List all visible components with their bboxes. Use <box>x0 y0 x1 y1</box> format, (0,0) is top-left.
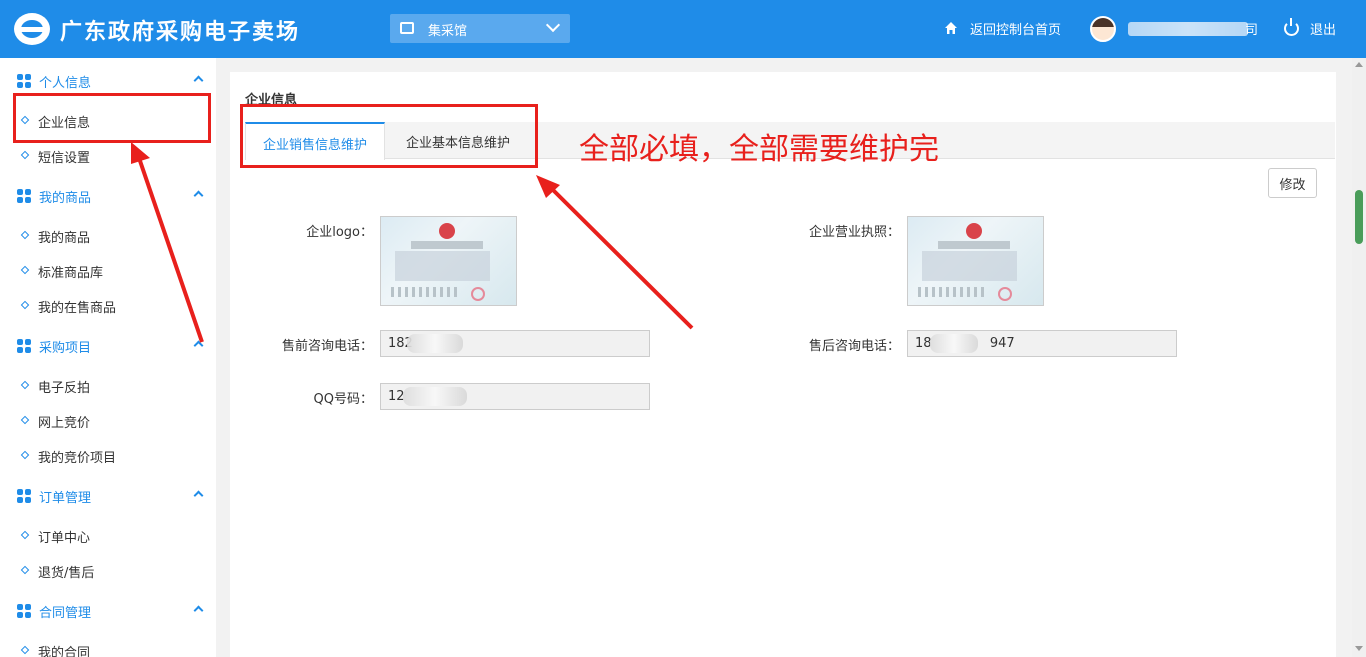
business-license-image[interactable] <box>907 216 1044 306</box>
chevron-up-icon <box>193 490 204 501</box>
sidebar-section-label: 个人信息 <box>39 76 92 91</box>
diamond-icon <box>20 645 30 655</box>
diamond-icon <box>20 565 30 575</box>
presale-phone-field[interactable]: 182 <box>380 330 650 357</box>
top-header: 广东政府采购电子卖场 集采馆 返回控制台首页 司 退出 <box>0 0 1366 58</box>
redaction-mask <box>403 387 467 406</box>
sidebar-item-reverse-auction[interactable]: 电子反拍 <box>0 370 216 400</box>
app-title: 广东政府采购电子卖场 <box>60 19 301 45</box>
sidebar-item-my-products[interactable]: 我的商品 <box>0 220 216 250</box>
grid-icon <box>17 339 31 353</box>
sidebar-section-personal-info[interactable]: 个人信息 <box>0 65 216 95</box>
redaction-mask <box>407 334 463 353</box>
sidebar-section-procurement[interactable]: 采购项目 <box>0 330 216 360</box>
scroll-up-icon[interactable] <box>1355 62 1363 67</box>
presale-phone-label: 售前咨询电话： <box>281 339 373 354</box>
scroll-down-icon[interactable] <box>1355 646 1363 651</box>
home-icon <box>945 22 957 34</box>
qq-label: QQ号码： <box>313 392 373 407</box>
grid-icon <box>17 74 31 88</box>
scroll-thumb[interactable] <box>1355 190 1363 244</box>
sidebar-section-contracts[interactable]: 合同管理 <box>0 595 216 625</box>
chevron-up-icon <box>193 75 204 86</box>
sidebar-section-label: 订单管理 <box>39 491 92 506</box>
sidebar-item-label: 我的商品 <box>38 231 91 246</box>
sidebar-section-label: 采购项目 <box>39 341 92 356</box>
sidebar-item-my-contracts[interactable]: 我的合同 <box>0 635 216 657</box>
diamond-icon <box>20 230 30 240</box>
chevron-down-icon <box>545 17 561 33</box>
diamond-icon <box>20 415 30 425</box>
sidebar-item-label: 我的在售商品 <box>38 301 117 316</box>
sidebar-item-label: 网上竞价 <box>38 416 91 431</box>
diamond-icon <box>20 380 30 390</box>
chevron-up-icon <box>193 190 204 201</box>
sidebar-section-orders[interactable]: 订单管理 <box>0 480 216 510</box>
chevron-up-icon <box>193 340 204 351</box>
username-redacted <box>1128 22 1248 36</box>
diamond-icon <box>20 265 30 275</box>
diamond-icon <box>20 300 30 310</box>
sidebar-item-products-on-sale[interactable]: 我的在售商品 <box>0 290 216 320</box>
annotation-text: 全部必填，全部需要维护完 <box>579 132 939 167</box>
sidebar-item-label: 电子反拍 <box>38 381 91 396</box>
edit-button[interactable]: 修改 <box>1268 168 1317 198</box>
sidebar-item-standard-catalog[interactable]: 标准商品库 <box>0 255 216 285</box>
venue-select-value: 集采馆 <box>428 24 468 39</box>
username-tail: 司 <box>1245 23 1259 38</box>
printer-icon <box>400 22 414 34</box>
sidebar-item-sms-settings[interactable]: 短信设置 <box>0 140 216 170</box>
sidebar-item-label: 订单中心 <box>38 531 91 546</box>
company-logo-image[interactable] <box>380 216 517 306</box>
sidebar-section-my-products[interactable]: 我的商品 <box>0 180 216 210</box>
aftersale-phone-field[interactable]: 18 947 <box>907 330 1177 357</box>
sidebar-item-label: 短信设置 <box>38 151 91 166</box>
sidebar-item-label: 标准商品库 <box>38 266 104 281</box>
diamond-icon <box>20 530 30 540</box>
grid-icon <box>17 189 31 203</box>
license-label: 企业营业执照： <box>808 225 900 240</box>
grid-icon <box>17 489 31 503</box>
sidebar-item-returns[interactable]: 退货/售后 <box>0 555 216 585</box>
sidebar-section-label: 合同管理 <box>39 606 92 621</box>
annotation-box-tabs <box>240 104 538 168</box>
aftersale-phone-label: 售后咨询电话： <box>808 339 900 354</box>
page-scrollbar[interactable] <box>1352 58 1366 657</box>
annotation-box-sidebar <box>13 93 211 143</box>
venue-select[interactable]: 集采馆 <box>390 14 570 43</box>
sidebar-item-label: 退货/售后 <box>38 566 95 581</box>
sidebar-item-label: 我的竞价项目 <box>38 451 117 466</box>
avatar[interactable] <box>1090 16 1116 42</box>
logo-label: 企业logo： <box>306 225 373 240</box>
sidebar-section-label: 我的商品 <box>39 191 92 206</box>
sidebar-item-my-bids[interactable]: 我的竞价项目 <box>0 440 216 470</box>
aftersale-phone-value-tail: 947 <box>989 336 1015 351</box>
sidebar-item-label: 我的合同 <box>38 646 91 657</box>
sidebar: 个人信息 企业信息 短信设置 我的商品 我的商品 标准商品库 我的在售商品 采购… <box>0 58 216 657</box>
redaction-mask <box>930 334 978 353</box>
qq-field[interactable]: 12 <box>380 383 650 410</box>
app-logo-icon <box>14 13 50 45</box>
logout-label: 退出 <box>1310 23 1337 38</box>
power-icon <box>1284 18 1299 36</box>
diamond-icon <box>20 150 30 160</box>
grid-icon <box>17 604 31 618</box>
diamond-icon <box>20 450 30 460</box>
sidebar-item-order-center[interactable]: 订单中心 <box>0 520 216 550</box>
chevron-up-icon <box>193 605 204 616</box>
home-link-label: 返回控制台首页 <box>970 23 1062 38</box>
sidebar-item-online-bidding[interactable]: 网上竞价 <box>0 405 216 435</box>
